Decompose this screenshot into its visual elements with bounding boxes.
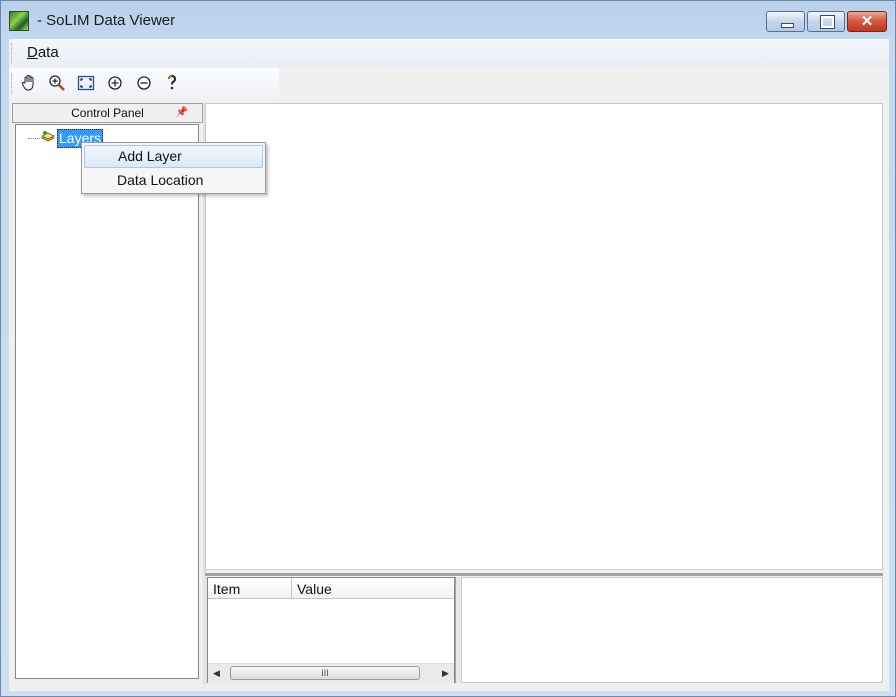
pin-icon[interactable]: 📌 (176, 104, 188, 122)
control-panel-title: Control Panel (71, 106, 144, 120)
column-header-value[interactable]: Value (292, 578, 454, 599)
help-icon[interactable] (161, 74, 183, 94)
client-area: Data Control Panel 📌 Layers Item Value ◀… (9, 39, 889, 691)
menubar-grip[interactable] (11, 43, 15, 63)
description-pane (461, 577, 883, 683)
menu-data[interactable]: Data (27, 44, 59, 61)
minimize-button[interactable] (766, 11, 805, 32)
close-button[interactable]: ✕ (847, 11, 887, 32)
menu-data-accel: D (27, 44, 38, 61)
full-extent-icon[interactable] (75, 74, 97, 94)
menu-item-data-location[interactable]: Data Location (84, 169, 263, 192)
scroll-left-icon[interactable]: ◀ (208, 664, 225, 683)
scroll-thumb[interactable]: III (230, 666, 420, 680)
tree-connector (28, 138, 42, 139)
scroll-right-icon[interactable]: ▶ (437, 664, 454, 683)
column-header-item[interactable]: Item (208, 578, 292, 599)
main-window: - SoLIM Data Viewer ✕ Data Control Panel… (0, 0, 896, 697)
title-bar[interactable]: - SoLIM Data Viewer ✕ (1, 1, 895, 39)
window-title: - SoLIM Data Viewer (37, 12, 176, 29)
close-icon: ✕ (860, 13, 874, 30)
map-view[interactable] (205, 103, 883, 570)
pan-hand-icon[interactable] (18, 74, 40, 94)
properties-list[interactable]: Item Value ◀ III ▶ (207, 577, 455, 683)
minimize-icon (781, 23, 794, 28)
context-menu: Add Layer Data Location (81, 142, 266, 194)
menu-bar: Data (9, 39, 889, 67)
maximize-button[interactable] (807, 11, 845, 32)
toolbar-grip[interactable] (11, 74, 15, 94)
toolbar (9, 68, 279, 100)
menu-item-add-layer[interactable]: Add Layer (84, 145, 263, 168)
zoom-out-icon[interactable] (133, 74, 155, 94)
zoom-in-icon[interactable] (104, 74, 126, 94)
horizontal-scrollbar[interactable]: ◀ III ▶ (208, 663, 454, 683)
zoom-in-magnifier-icon[interactable] (46, 74, 68, 94)
maximize-icon (820, 15, 835, 29)
control-panel-header[interactable]: Control Panel 📌 (12, 103, 203, 123)
horizontal-splitter[interactable] (205, 573, 883, 576)
layer-tree[interactable]: Layers (15, 124, 199, 679)
layers-icon (41, 130, 55, 144)
app-icon[interactable] (9, 11, 29, 31)
